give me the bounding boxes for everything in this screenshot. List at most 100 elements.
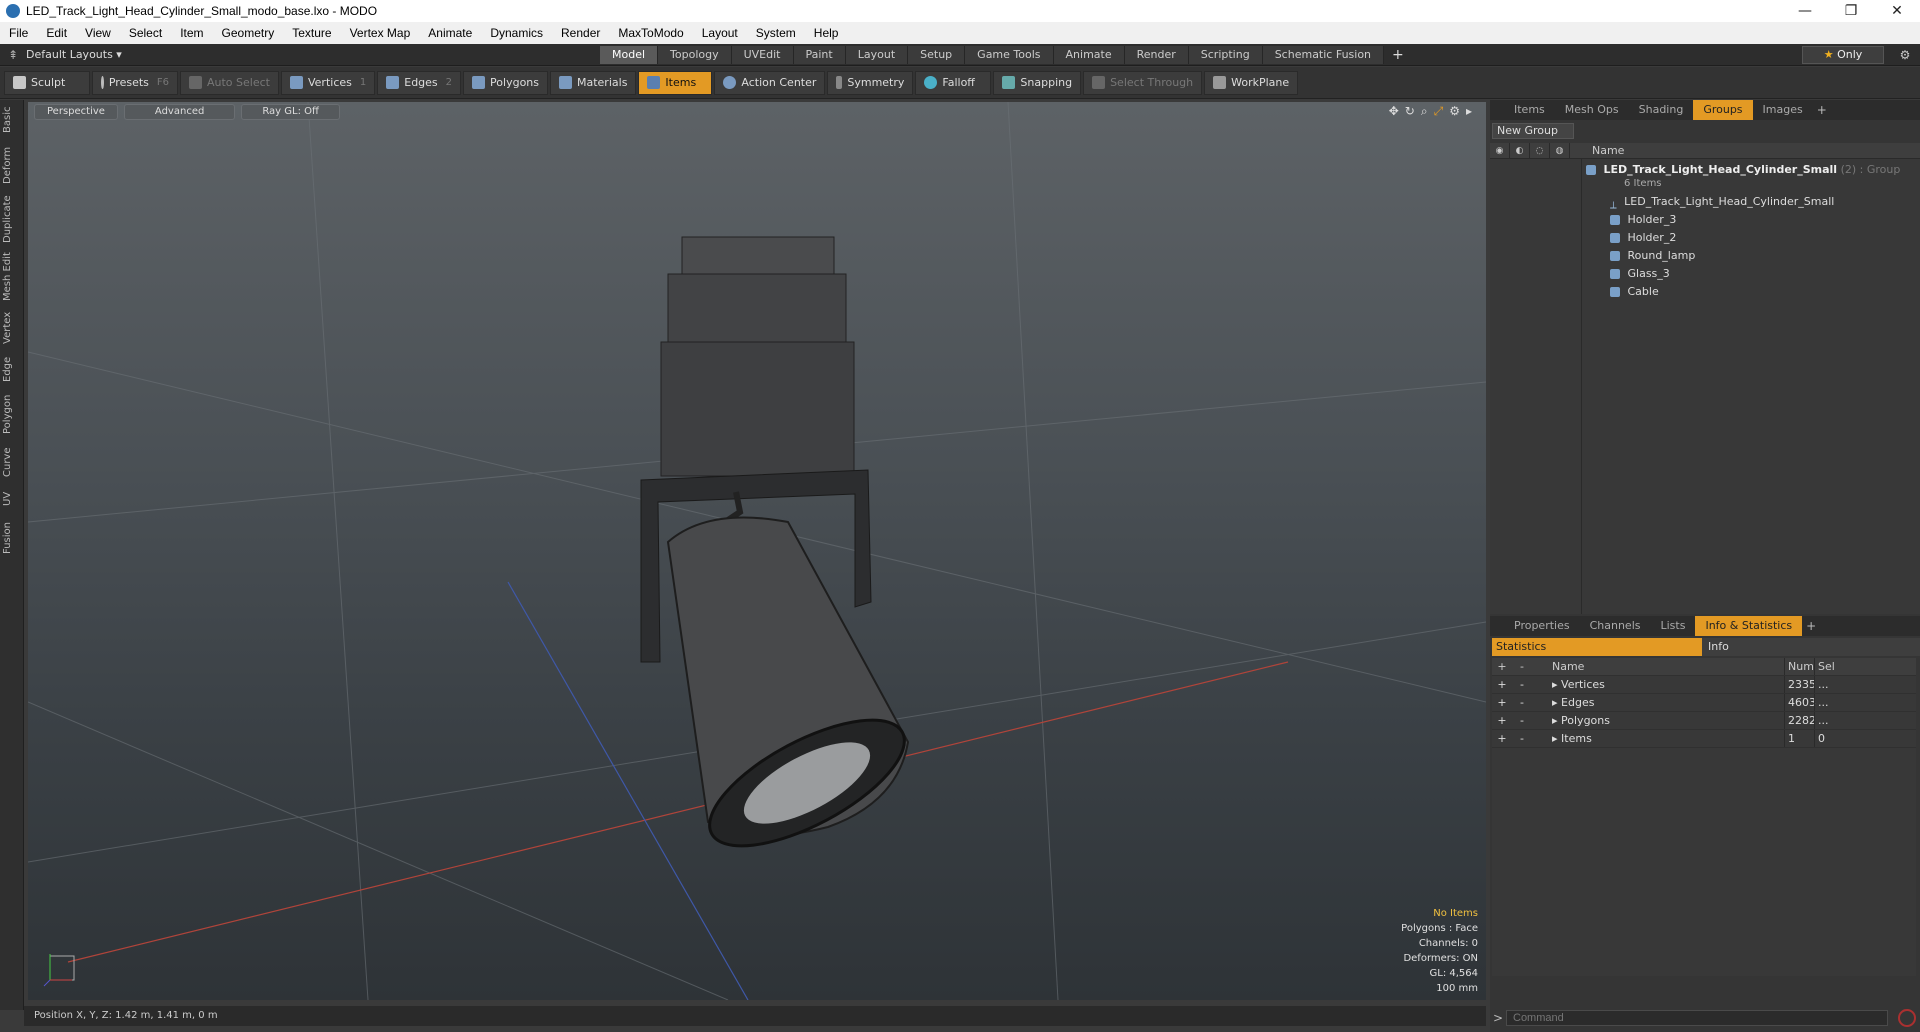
tree-item-locator[interactable]: ⟂ LED_Track_Light_Head_Cylinder_Small	[1490, 193, 1910, 211]
menu-render[interactable]: Render	[552, 26, 609, 40]
remove-icon[interactable]: -	[1512, 730, 1532, 747]
tree-item-holder-2[interactable]: Holder_2	[1490, 229, 1910, 247]
view-mode-button[interactable]: Perspective	[34, 104, 118, 120]
left-tab-basic[interactable]: Basic	[2, 104, 22, 136]
tree-item-cable[interactable]: Cable	[1490, 283, 1910, 301]
select-through-button[interactable]: Select Through	[1083, 70, 1203, 95]
tree-item-holder-3[interactable]: Holder_3	[1490, 211, 1910, 229]
viewport-3d[interactable]: Perspective Advanced Ray GL: Off ✥ ↻ ⌕ ⤢…	[28, 102, 1486, 1000]
tab-layout[interactable]: Layout	[845, 45, 909, 64]
tab-setup[interactable]: Setup	[908, 45, 966, 64]
tree-item-glass-3[interactable]: Glass_3	[1490, 265, 1910, 283]
add-panel-tab-icon[interactable]: +	[1806, 619, 1816, 633]
only-button[interactable]: ★ Only	[1802, 45, 1884, 64]
falloff-button[interactable]: Falloff	[915, 70, 992, 95]
add-panel-tab-icon[interactable]: +	[1817, 103, 1827, 117]
sculpt-button[interactable]: Sculpt	[4, 70, 90, 95]
menu-item[interactable]: Item	[171, 26, 212, 40]
left-tab-mesh-edit[interactable]: Mesh Edit	[2, 252, 22, 302]
left-tab-vertex[interactable]: Vertex	[2, 310, 22, 346]
tab-game-tools[interactable]: Game Tools	[965, 45, 1054, 64]
add-icon[interactable]: +	[1492, 676, 1512, 693]
tab-render[interactable]: Render	[1124, 45, 1189, 64]
raygl-button[interactable]: Ray GL: Off	[241, 104, 340, 120]
tab-items[interactable]: Items	[1504, 100, 1555, 120]
menu-view[interactable]: View	[76, 26, 120, 40]
layout-selector-label[interactable]: Default Layouts ▾	[26, 48, 122, 61]
shading-mode-button[interactable]: Advanced	[123, 104, 236, 120]
lock-icon[interactable]: ◌	[1530, 143, 1550, 158]
presets-button[interactable]: Presets F6	[92, 70, 178, 95]
edges-button[interactable]: Edges 2	[377, 70, 462, 95]
tab-scripting[interactable]: Scripting	[1188, 45, 1263, 64]
move-view-icon[interactable]: ✥	[1389, 104, 1399, 119]
fit-view-icon[interactable]: ⤢	[1434, 104, 1444, 119]
tab-mesh-ops[interactable]: Mesh Ops	[1555, 100, 1629, 120]
polygons-button[interactable]: Polygons	[463, 70, 548, 95]
tab-uvedit[interactable]: UVEdit	[731, 45, 794, 64]
snapping-button[interactable]: Snapping	[993, 70, 1082, 95]
menu-system[interactable]: System	[747, 26, 805, 40]
tab-topology[interactable]: Topology	[658, 45, 732, 64]
left-tab-deform[interactable]: Deform	[2, 144, 22, 186]
tab-info-statistics[interactable]: Info & Statistics	[1695, 616, 1803, 636]
tab-channels[interactable]: Channels	[1580, 616, 1651, 636]
tab-images[interactable]: Images	[1753, 100, 1813, 120]
collapse-all-icon[interactable]: -	[1512, 658, 1532, 675]
menu-file[interactable]: File	[0, 26, 37, 40]
tab-paint[interactable]: Paint	[793, 45, 846, 64]
vertices-button[interactable]: Vertices 1	[280, 70, 376, 95]
menu-texture[interactable]: Texture	[283, 26, 340, 40]
items-button[interactable]: Items	[638, 70, 713, 95]
left-tab-polygon[interactable]: Polygon	[2, 392, 22, 436]
zoom-view-icon[interactable]: ⌕	[1421, 104, 1428, 119]
layout-grip-icon[interactable]: ⇞	[0, 48, 26, 62]
table-row[interactable]: + - ▸ Edges 4603 ...	[1492, 694, 1916, 712]
add-icon[interactable]: +	[1492, 694, 1512, 711]
left-tab-edge[interactable]: Edge	[2, 354, 22, 384]
workplane-button[interactable]: WorkPlane	[1204, 70, 1299, 95]
menu-help[interactable]: Help	[805, 26, 848, 40]
left-tab-curve[interactable]: Curve	[2, 444, 22, 480]
remove-icon[interactable]: -	[1512, 676, 1532, 693]
add-icon[interactable]: +	[1492, 730, 1512, 747]
subtab-statistics[interactable]: Statistics	[1492, 638, 1702, 656]
viewport-settings-icon[interactable]: ⚙	[1449, 104, 1460, 119]
left-tab-duplicate[interactable]: Duplicate	[2, 194, 22, 244]
menu-edit[interactable]: Edit	[37, 26, 76, 40]
tree-item-round-lamp[interactable]: Round_lamp	[1490, 247, 1910, 265]
table-row[interactable]: + - ▸ Polygons 2282 ...	[1492, 712, 1916, 730]
command-input[interactable]	[1506, 1010, 1888, 1026]
minimize-icon[interactable]: —	[1782, 3, 1828, 19]
menu-select[interactable]: Select	[120, 26, 171, 40]
menu-maxtomodo[interactable]: MaxToModo	[609, 26, 692, 40]
menu-geometry[interactable]: Geometry	[213, 26, 284, 40]
select-icon[interactable]: ◍	[1550, 143, 1570, 158]
subtab-info[interactable]: Info	[1702, 638, 1920, 656]
tab-lists[interactable]: Lists	[1651, 616, 1696, 636]
maximize-icon[interactable]: ❐	[1828, 3, 1874, 19]
symmetry-button[interactable]: Symmetry	[827, 70, 914, 95]
menu-layout[interactable]: Layout	[693, 26, 747, 40]
rotate-view-icon[interactable]: ↻	[1405, 104, 1415, 119]
record-icon[interactable]	[1898, 1009, 1916, 1027]
layout-selector[interactable]: ⇞ Default Layouts ▾	[0, 48, 600, 62]
tab-model[interactable]: Model	[600, 45, 659, 64]
viewport-expand-icon[interactable]: ▸	[1466, 104, 1472, 119]
tab-animate[interactable]: Animate	[1053, 45, 1125, 64]
add-icon[interactable]: +	[1492, 712, 1512, 729]
tab-shading[interactable]: Shading	[1629, 100, 1694, 120]
gear-icon[interactable]: ⚙	[1894, 48, 1916, 62]
materials-button[interactable]: Materials	[550, 70, 637, 95]
tab-properties[interactable]: Properties	[1504, 616, 1580, 636]
expand-all-icon[interactable]: +	[1492, 658, 1512, 675]
table-row[interactable]: + - ▸ Vertices 2335 ...	[1492, 676, 1916, 694]
remove-icon[interactable]: -	[1512, 712, 1532, 729]
add-tab-icon[interactable]: +	[1392, 47, 1404, 63]
remove-icon[interactable]: -	[1512, 694, 1532, 711]
menu-animate[interactable]: Animate	[419, 26, 481, 40]
menu-vertex-map[interactable]: Vertex Map	[341, 26, 420, 40]
new-group-button[interactable]: New Group	[1492, 123, 1574, 139]
left-tab-uv[interactable]: UV	[2, 488, 22, 510]
menu-dynamics[interactable]: Dynamics	[481, 26, 552, 40]
